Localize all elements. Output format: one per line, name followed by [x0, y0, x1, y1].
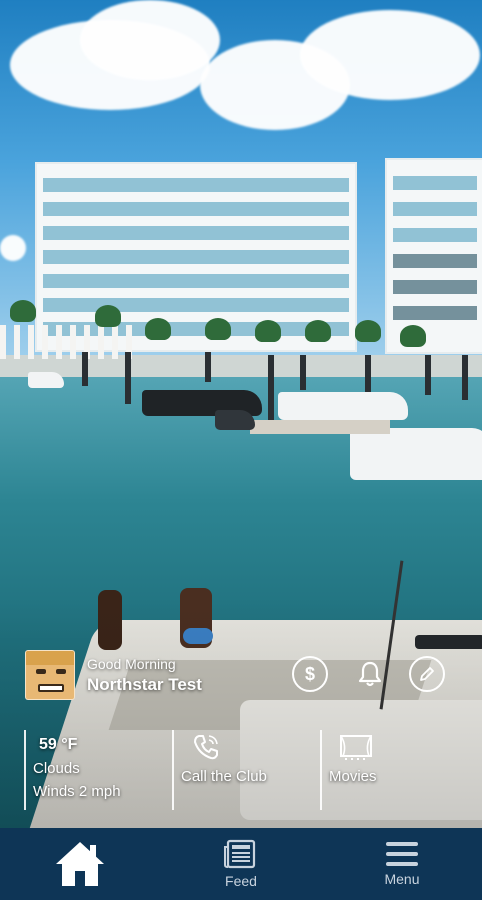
call-club-label: Call the Club: [181, 768, 267, 785]
weather-tile[interactable]: 59 °F Clouds Winds 2 mph: [24, 730, 164, 810]
palm-tree: [355, 320, 381, 342]
phone-icon: [191, 730, 312, 762]
colonnade: [0, 325, 140, 359]
theater-icon: [339, 730, 470, 762]
cloud: [80, 0, 220, 80]
yacht: [350, 428, 482, 480]
movies-label: Movies: [329, 768, 377, 785]
palm-tree: [305, 320, 331, 342]
user-name: Northstar Test: [87, 674, 202, 694]
greeting-block: Good Morning Northstar Test: [87, 656, 202, 695]
piling: [300, 355, 306, 390]
background-photo: [0, 0, 482, 828]
yacht: [28, 372, 64, 388]
palm-tree: [145, 318, 171, 340]
yacht: [278, 392, 408, 420]
wind-speed: Winds 2 mph: [33, 783, 121, 800]
home-icon: [56, 842, 104, 886]
dock: [250, 420, 390, 434]
piling: [205, 352, 211, 382]
palm-tree: [10, 300, 36, 322]
newspaper-icon: [224, 839, 256, 869]
piling: [462, 355, 468, 400]
call-club-tile[interactable]: Call the Club: [172, 730, 312, 810]
feed-label: Feed: [225, 873, 257, 889]
movies-tile[interactable]: Movies: [320, 730, 470, 810]
building: [385, 158, 482, 354]
avatar[interactable]: [25, 650, 75, 700]
nav-menu[interactable]: Menu: [362, 828, 442, 900]
temperature: 59 °F: [39, 736, 78, 753]
bell-icon[interactable]: [352, 656, 388, 692]
yacht: [215, 410, 255, 430]
nav-home[interactable]: [40, 828, 120, 900]
palm-tree: [205, 318, 231, 340]
palm-tree: [400, 325, 426, 347]
cloud: [300, 10, 480, 100]
nav-feed[interactable]: Feed: [200, 828, 282, 900]
palm-tree: [95, 305, 121, 327]
piling: [425, 355, 431, 395]
menu-label: Menu: [384, 871, 420, 887]
hamburger-menu-icon: [386, 842, 418, 866]
cloud: [0, 235, 26, 261]
piling: [125, 352, 131, 404]
pencil-circle-icon[interactable]: [409, 656, 445, 692]
user-header: Good Morning Northstar Test: [25, 650, 202, 700]
dollar-circle-icon[interactable]: $: [292, 656, 328, 692]
palm-tree: [255, 320, 281, 342]
piling: [268, 355, 274, 423]
piling: [82, 352, 88, 386]
greeting-text: Good Morning: [87, 655, 176, 672]
weather-condition: Clouds: [33, 760, 80, 777]
bottom-nav: Feed Menu: [0, 828, 482, 900]
